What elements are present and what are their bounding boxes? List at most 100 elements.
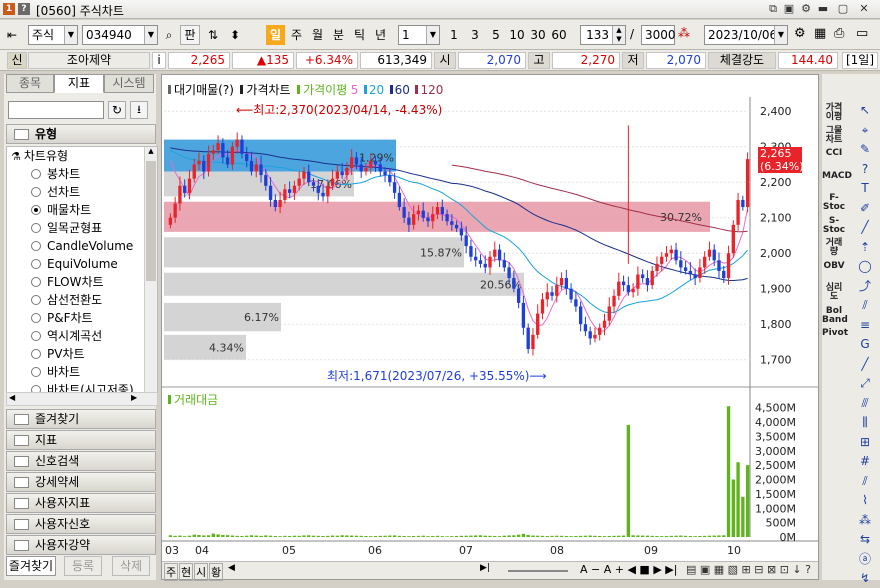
legend-ma20[interactable]: 20: [362, 83, 384, 97]
tick-button-10[interactable]: 10: [507, 25, 527, 45]
indicator-6[interactable]: 거래량: [822, 239, 846, 257]
radio-icon[interactable]: [31, 349, 41, 359]
legend-ma[interactable]: 가격이평: [294, 83, 347, 97]
drawing-tool-icon[interactable]: ✐: [854, 198, 876, 218]
legend-ma60[interactable]: 60: [388, 83, 410, 97]
minimize-icon[interactable]: ▬: [816, 2, 830, 16]
drawing-tool-icon[interactable]: ⫻: [854, 393, 876, 413]
drawing-tool-icon[interactable]: ⇡: [854, 237, 876, 257]
mode-market[interactable]: 시: [194, 563, 209, 581]
indicator-10[interactable]: Pivot: [822, 329, 848, 338]
market-select[interactable]: 주식 ▼: [28, 25, 78, 45]
drawing-tool-icon[interactable]: ╱: [854, 354, 876, 374]
drawing-tool-icon[interactable]: ✎: [854, 139, 876, 159]
radio-icon[interactable]: [31, 331, 41, 341]
print-icon[interactable]: ⎙: [834, 26, 844, 41]
refresh-icon[interactable]: ↻: [108, 101, 126, 119]
register-button[interactable]: 등록: [64, 556, 102, 576]
drawing-tool-icon[interactable]: ⌇: [854, 490, 876, 510]
drawing-tool-icon[interactable]: ⇆: [854, 529, 876, 549]
drawing-tool-icon[interactable]: ?: [854, 159, 876, 179]
radio-icon[interactable]: [31, 223, 41, 233]
tick-button-60[interactable]: 60: [549, 25, 569, 45]
price-chart[interactable]: 17.06%30.72%15.87%20.56%6.17%4.34%1.29% …: [162, 75, 818, 579]
drawing-tool-icon[interactable]: #: [854, 451, 876, 471]
radio-icon[interactable]: [31, 187, 41, 197]
tree-hscrollbar[interactable]: ◀ ▶: [6, 392, 158, 406]
settings-grid-icon[interactable]: ⁂: [678, 26, 690, 40]
tab-stocks[interactable]: 종목: [6, 74, 54, 93]
close-icon[interactable]: ✕: [857, 2, 871, 16]
scroll-left-icon[interactable]: ◀: [228, 563, 235, 573]
drawing-tool-icon[interactable]: ↖: [854, 100, 876, 120]
indicator-0[interactable]: 가격이평: [822, 104, 846, 122]
tick-button-30[interactable]: 30: [528, 25, 548, 45]
chart-type-item[interactable]: 선차트: [31, 183, 80, 201]
count-input[interactable]: 133 ▲ ▼: [580, 25, 626, 45]
mode-status[interactable]: 황: [209, 563, 224, 581]
legend-ma120[interactable]: 120: [413, 83, 443, 97]
range-start-icon[interactable]: ▶|: [480, 563, 490, 573]
period-4[interactable]: 틱: [350, 25, 369, 45]
drawing-tool-icon[interactable]: T: [854, 178, 876, 198]
scroll-thumb[interactable]: [146, 161, 156, 281]
info-button[interactable]: i: [152, 52, 166, 69]
category-0[interactable]: 즐겨찾기: [6, 409, 156, 429]
volume-legend[interactable]: 거래대금: [168, 391, 218, 408]
chart-type-item[interactable]: CandleVolume: [31, 237, 133, 255]
date-input[interactable]: 2023/10/06 ▼: [704, 25, 788, 45]
radio-icon[interactable]: [31, 367, 41, 377]
drawing-tool-icon[interactable]: ⫽: [854, 471, 876, 491]
mode-week[interactable]: 주: [164, 563, 179, 581]
help-badge[interactable]: ?: [18, 3, 30, 15]
chart-type-item[interactable]: 일목균형표: [31, 219, 102, 237]
tick-button-5[interactable]: 5: [486, 25, 506, 45]
drawing-tool-icon[interactable]: ◯: [854, 256, 876, 276]
settings-icon[interactable]: ⚙: [799, 2, 813, 16]
spin-icon[interactable]: ▲ ▼: [612, 26, 625, 44]
tab-favorites[interactable]: 즐겨찾기: [6, 556, 56, 576]
chart-type-item[interactable]: PV차트: [31, 345, 85, 363]
indicator-1[interactable]: 그물차트: [822, 126, 846, 145]
tree-scrollbar[interactable]: ▲: [144, 147, 157, 393]
first-page-icon[interactable]: ⇤: [7, 25, 25, 45]
chart-legend[interactable]: 대기매물(?) 가격차트 가격이평 5 20 60 120: [168, 81, 443, 98]
indicator-7[interactable]: OBV: [822, 261, 846, 271]
indicator-9[interactable]: Bol Band: [822, 306, 848, 325]
drawing-tool-icon[interactable]: ╱: [854, 217, 876, 237]
category-1[interactable]: 지표: [6, 430, 156, 450]
drawing-tool-icon[interactable]: ⤢: [854, 373, 876, 393]
radio-icon[interactable]: [31, 241, 41, 251]
search-icon[interactable]: ⌕: [160, 25, 178, 45]
chart-type-item[interactable]: 봉차트: [31, 165, 80, 183]
indicator-3[interactable]: MACD: [822, 171, 852, 181]
copy-icon[interactable]: ⧉: [766, 2, 780, 16]
radio-icon[interactable]: [31, 259, 41, 269]
drawing-tool-icon[interactable]: ≡: [854, 315, 876, 335]
drawing-tool-icon[interactable]: ⫽: [854, 295, 876, 315]
radio-icon[interactable]: [31, 295, 41, 305]
code-input[interactable]: 034940 ▼: [82, 25, 158, 45]
drawing-tool-icon[interactable]: ⤴: [854, 276, 876, 296]
max-count-input[interactable]: 3000: [641, 25, 676, 45]
chart-type-item[interactable]: 역시계곡선: [31, 327, 102, 345]
unit-select[interactable]: 1 ▼: [398, 25, 440, 45]
indicator-5[interactable]: S-Stoc: [822, 216, 846, 235]
refresh-icon[interactable]: ⇅: [203, 25, 223, 45]
tree-group-chart-type[interactable]: ⚗ 차트유형: [11, 147, 68, 165]
radio-icon[interactable]: [31, 169, 41, 179]
save-icon[interactable]: ▣: [782, 2, 796, 16]
maximize-icon[interactable]: ▢: [836, 2, 850, 16]
radio-icon[interactable]: [31, 277, 41, 287]
period-1[interactable]: 주: [287, 25, 306, 45]
type-header[interactable]: 유형: [6, 124, 156, 144]
drawing-tool-icon[interactable]: ⫼: [854, 412, 876, 432]
period-5[interactable]: 년: [371, 25, 390, 45]
lookup-button[interactable]: 판: [180, 25, 200, 45]
grid-icon[interactable]: ▦: [814, 26, 826, 41]
drawing-tool-icon[interactable]: ⊞: [854, 432, 876, 452]
tab-system[interactable]: 시스템: [104, 74, 154, 93]
legend-ma5[interactable]: 5: [351, 83, 359, 97]
mode-current[interactable]: 현: [179, 563, 194, 581]
chart-type-item[interactable]: EquiVolume: [31, 255, 118, 273]
